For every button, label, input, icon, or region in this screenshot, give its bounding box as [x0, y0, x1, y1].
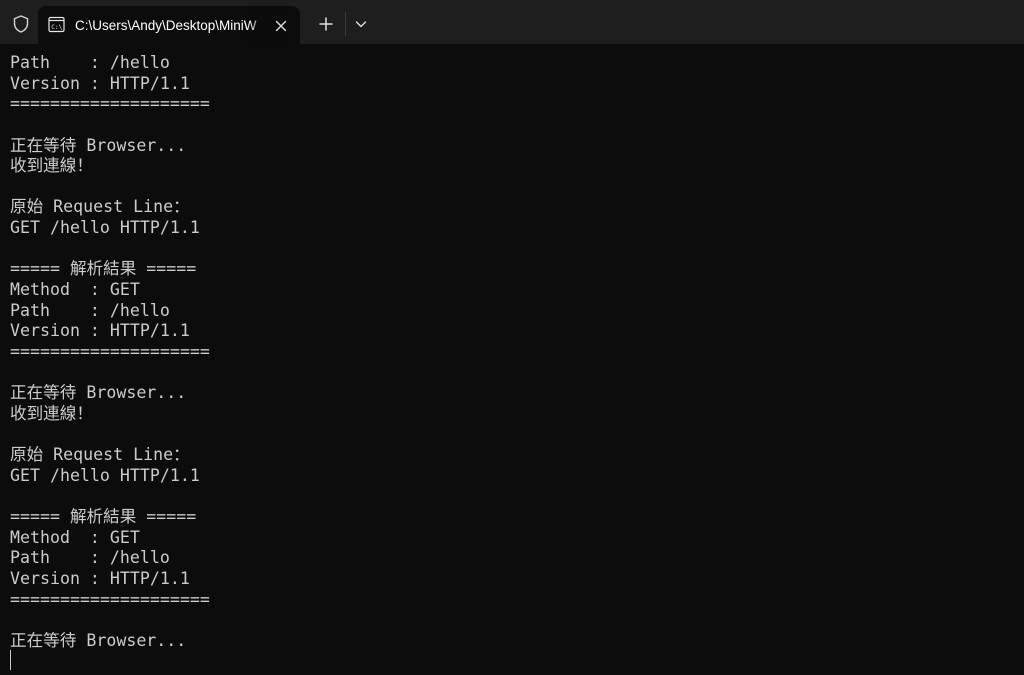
terminal-line: Version : HTTP/1.1 — [10, 569, 190, 589]
terminal-line: 正在等待 Browser... — [10, 383, 187, 403]
terminal-line: GET /hello HTTP/1.1 — [10, 218, 200, 238]
terminal-line: Method : GET — [10, 527, 140, 547]
terminal-line: ==================== — [10, 341, 210, 361]
terminal-line: 原始 Request Line： — [10, 445, 190, 465]
svg-text:C:\: C:\ — [51, 24, 62, 31]
terminal-window: C:\ C:\Users\Andy\Desktop\MiniW Path: /… — [0, 0, 1024, 675]
tab-title: C:\Users\Andy\Desktop\MiniW — [75, 18, 257, 33]
terminal-line: ==================== — [10, 589, 210, 609]
tab-divider — [345, 12, 346, 36]
terminal-line: Method : GET — [10, 280, 140, 300]
terminal-line: Version : HTTP/1.1 — [10, 73, 190, 93]
terminal-line: Path : /hello — [10, 53, 170, 72]
terminal-line: 正在等待 Browser... — [10, 135, 187, 155]
terminal-line: 收到連線！ — [10, 156, 93, 176]
console-icon: C:\ — [48, 16, 65, 33]
chevron-down-icon[interactable] — [350, 13, 372, 35]
terminal-line: ==================== — [10, 94, 210, 114]
terminal-line: Version : HTTP/1.1 — [10, 321, 190, 341]
terminal-line: ===== 解析結果 ===== — [10, 507, 197, 527]
terminal-line: 原始 Request Line： — [10, 197, 190, 217]
terminal-line: GET /hello HTTP/1.1 — [10, 465, 200, 485]
terminal-line: ===== 解析結果 ===== — [10, 259, 197, 279]
text-cursor — [10, 650, 11, 670]
tab-terminal[interactable]: C:\ C:\Users\Andy\Desktop\MiniW — [38, 6, 300, 44]
terminal-line: 收到連線！ — [10, 403, 93, 423]
terminal-text: Path : /hello Version : HTTP/1.1 =========… — [10, 53, 210, 652]
title-bar: C:\ C:\Users\Andy\Desktop\MiniW — [0, 0, 1024, 44]
terminal-line: Path : /hello — [10, 300, 170, 320]
terminal-output[interactable]: Path : /hello Version : HTTP/1.1 =========… — [0, 44, 1024, 675]
plus-icon[interactable] — [313, 13, 339, 35]
close-icon[interactable] — [271, 16, 291, 36]
terminal-line: Path : /hello — [10, 548, 170, 568]
terminal-line: 正在等待 Browser... — [10, 630, 187, 650]
shield-icon[interactable] — [11, 14, 31, 34]
